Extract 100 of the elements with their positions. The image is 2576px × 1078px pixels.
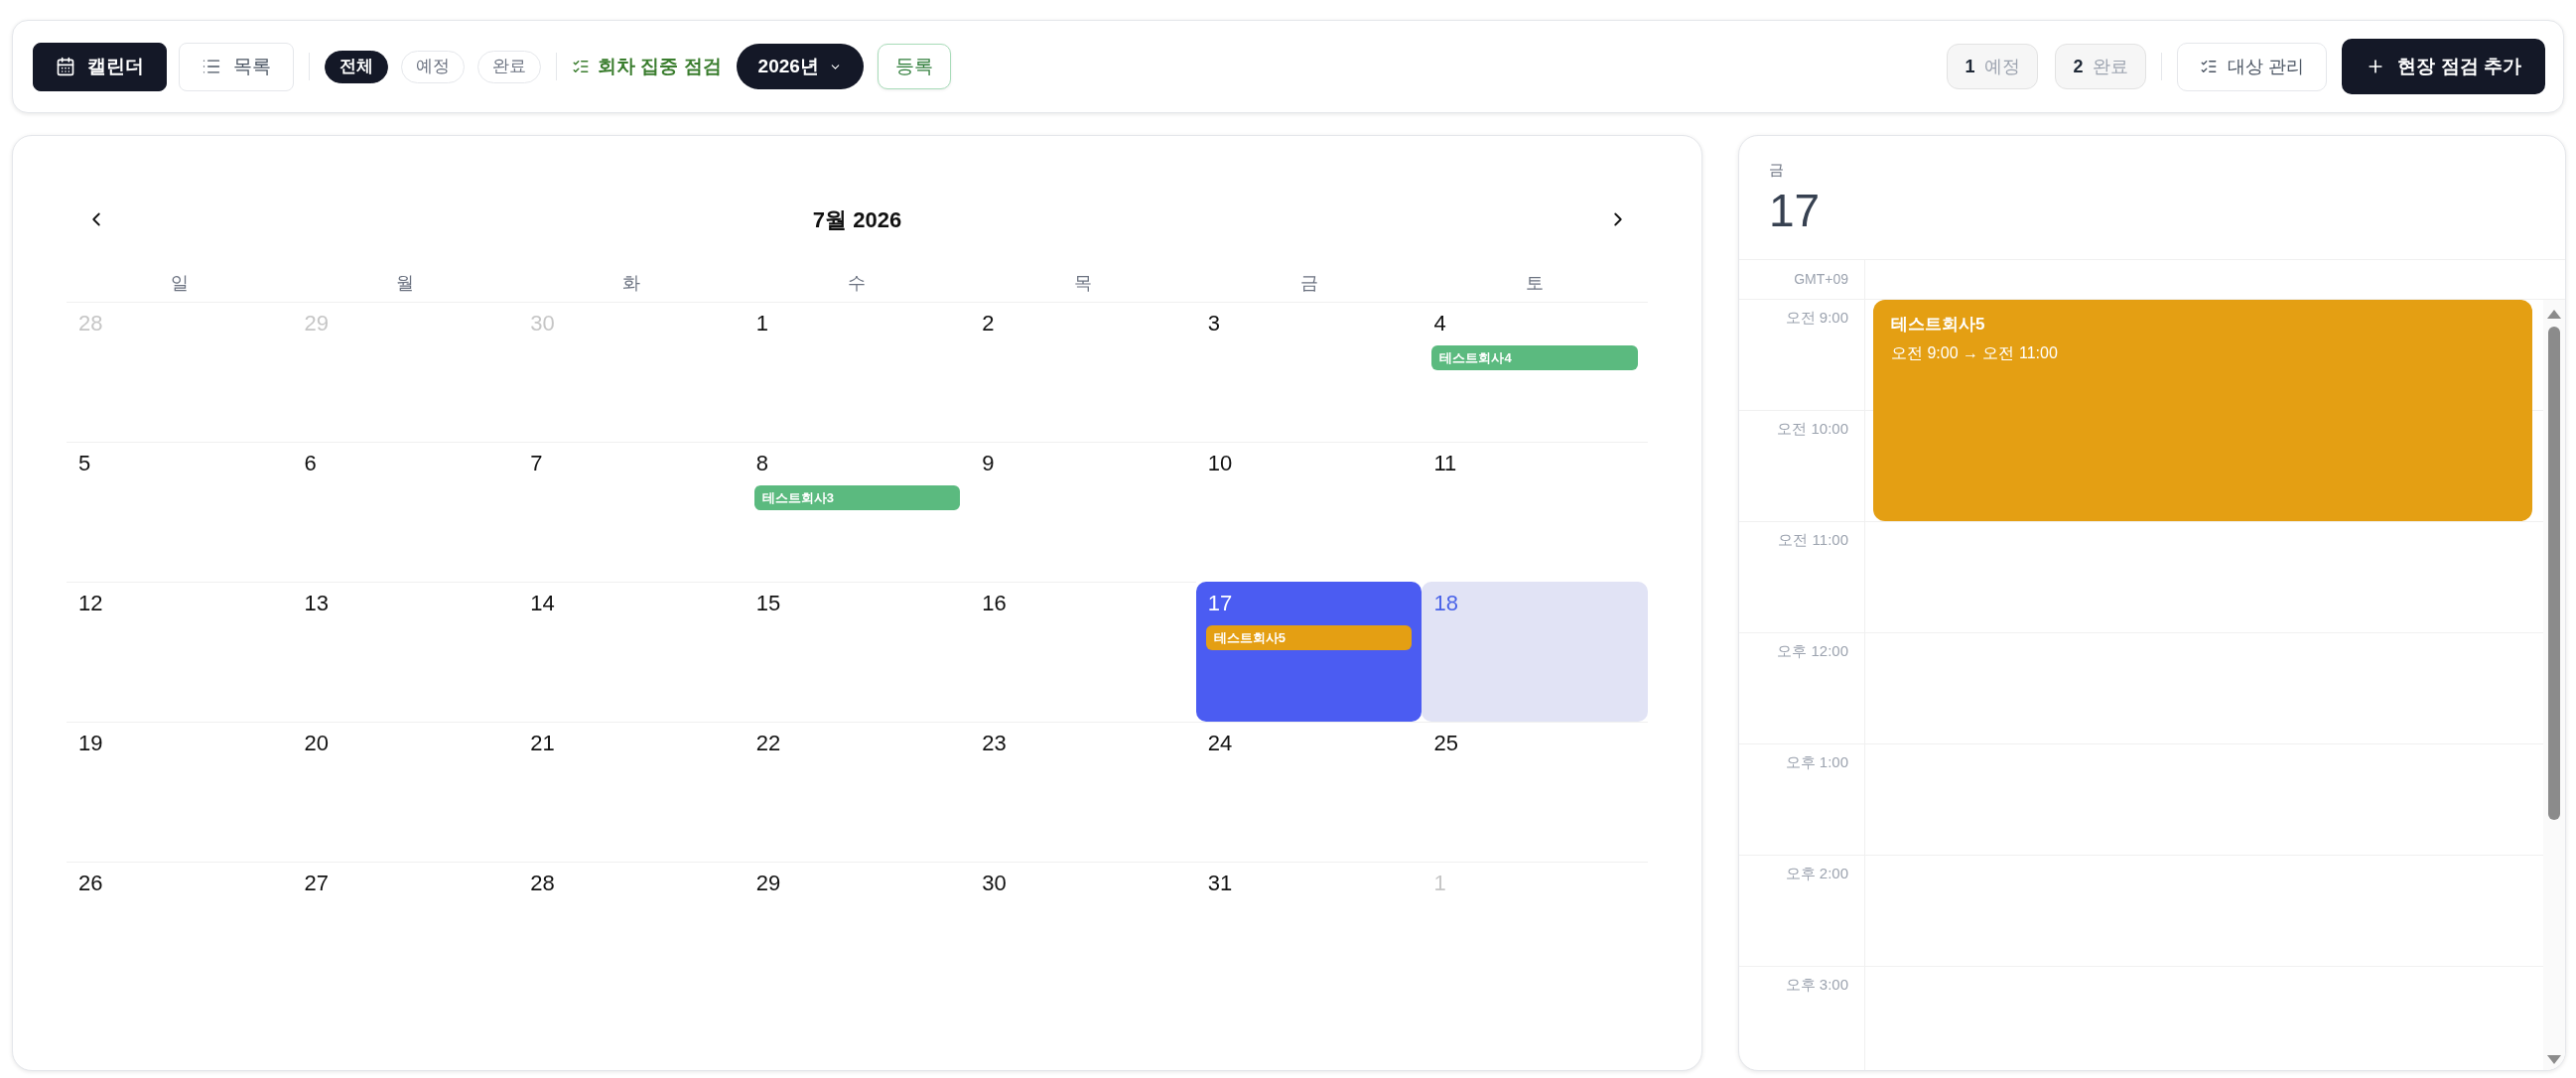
- weekday-label: 금: [1299, 272, 1318, 295]
- day-number: 26: [77, 870, 103, 897]
- status-count-button[interactable]: 1 예정: [1947, 44, 2039, 89]
- day-number: 17: [1769, 184, 1821, 237]
- hour-label: 오후 3:00: [1785, 975, 1848, 995]
- day-cell[interactable]: 23: [970, 722, 1196, 862]
- checklist-icon: [572, 58, 590, 75]
- register-button[interactable]: 등록: [877, 44, 951, 89]
- weekday-label: 수: [848, 272, 867, 295]
- day-number: 17: [1206, 590, 1233, 617]
- day-cell[interactable]: 24: [1195, 722, 1423, 862]
- calendar-icon: [56, 57, 75, 76]
- day-cell[interactable]: 30: [970, 862, 1196, 1002]
- day-number: 14: [529, 590, 555, 617]
- scroll-up-icon[interactable]: [2547, 310, 2561, 319]
- day-cell[interactable]: 6: [292, 442, 519, 582]
- scroll-down-icon[interactable]: [2547, 1055, 2561, 1064]
- day-cell[interactable]: 27: [292, 862, 519, 1002]
- day-number: 1: [754, 310, 768, 337]
- day-cell[interactable]: 14: [518, 582, 745, 722]
- day-number: 11: [1432, 450, 1457, 477]
- day-cell[interactable]: 26: [67, 862, 293, 1002]
- day-cell[interactable]: 29: [744, 862, 971, 1002]
- day-cell[interactable]: 7: [518, 442, 745, 582]
- day-cell[interactable]: 9: [970, 442, 1196, 582]
- day-number: 8: [754, 450, 768, 477]
- day-number: 15: [754, 590, 781, 617]
- day-cell[interactable]: 20: [292, 722, 519, 862]
- scrollbar-thumb[interactable]: [2548, 327, 2560, 820]
- day-number: 31: [1206, 870, 1233, 897]
- day-cell[interactable]: 22: [744, 722, 971, 862]
- day-cell[interactable]: 17 테스트회사5: [1195, 582, 1423, 722]
- day-cell[interactable]: 21: [518, 722, 745, 862]
- hour-label: 오전 10:00: [1777, 419, 1848, 439]
- day-number: 1: [1432, 870, 1446, 897]
- day-cell[interactable]: 28: [518, 862, 745, 1002]
- weekday-label: 일: [170, 272, 189, 295]
- day-number: 9: [981, 450, 995, 477]
- day-cell[interactable]: 8 테스트회사3: [744, 442, 971, 582]
- day-number: 5: [77, 450, 91, 477]
- day-number: 20: [303, 730, 330, 757]
- day-number: 16: [981, 590, 1007, 617]
- year-select[interactable]: 2026년: [736, 44, 864, 89]
- hour-label: 오전 9:00: [1785, 308, 1848, 328]
- day-number: 28: [77, 310, 103, 337]
- day-number: 18: [1432, 590, 1458, 617]
- day-number: 2: [981, 310, 995, 337]
- hour-label: 오전 11:00: [1778, 530, 1848, 550]
- day-cell[interactable]: 4 테스트회사4: [1422, 302, 1648, 442]
- day-cell[interactable]: 18: [1422, 582, 1648, 722]
- day-cell[interactable]: 3: [1195, 302, 1423, 442]
- hour-label: 오후 12:00: [1777, 641, 1848, 661]
- event-time: 오전 9:00 → 오전 11:00: [1891, 342, 2058, 363]
- weekday-label: 토: [1526, 272, 1545, 295]
- hour-label: 오후 2:00: [1785, 864, 1848, 883]
- day-number: 19: [77, 730, 103, 757]
- day-number: 3: [1206, 310, 1221, 337]
- day-cell[interactable]: 15: [744, 582, 971, 722]
- day-number: 27: [303, 870, 330, 897]
- timezone-label: GMT+09: [1794, 270, 1848, 289]
- day-cell[interactable]: 31: [1195, 862, 1423, 1002]
- add-inspection-button[interactable]: 현장 점검 추가: [2342, 39, 2545, 94]
- scrollbar[interactable]: [2543, 300, 2565, 1070]
- day-cell[interactable]: 5: [67, 442, 293, 582]
- day-number: 23: [981, 730, 1007, 757]
- filter-chip[interactable]: 예정: [401, 50, 465, 83]
- day-number: 25: [1432, 730, 1458, 757]
- day-cell[interactable]: 1: [744, 302, 971, 442]
- day-cell[interactable]: 2: [970, 302, 1196, 442]
- checklist-icon: [2200, 58, 2219, 75]
- day-cell[interactable]: 13: [292, 582, 519, 722]
- day-number: 12: [77, 590, 103, 617]
- weekday-label: 목: [1074, 272, 1093, 295]
- day-number: 29: [303, 310, 330, 337]
- day-number: 24: [1206, 730, 1233, 757]
- month-title: 7월 2026: [812, 205, 902, 234]
- day-number: 22: [754, 730, 781, 757]
- day-cell[interactable]: 25: [1422, 722, 1648, 862]
- day-cell[interactable]: 12: [67, 582, 293, 722]
- day-number: 6: [303, 450, 317, 477]
- weekday-label: 금: [1769, 160, 1784, 180]
- filter-chip[interactable]: 완료: [477, 50, 541, 83]
- day-cell[interactable]: 19: [67, 722, 293, 862]
- list-view-tab[interactable]: 목록: [179, 42, 294, 91]
- day-number: 7: [529, 450, 543, 477]
- calendar-view-tab[interactable]: 캘린더: [33, 42, 167, 91]
- weekday-label: 월: [396, 272, 415, 295]
- weekday-label: 화: [621, 272, 640, 295]
- day-number: 4: [1432, 310, 1446, 337]
- filter-chip[interactable]: 전체: [325, 50, 388, 83]
- day-cell[interactable]: 16: [970, 582, 1196, 722]
- focus-check-toggle[interactable]: 회차 집중 점검: [572, 52, 722, 81]
- day-number: 29: [754, 870, 781, 897]
- day-number: 13: [303, 590, 330, 617]
- status-count-button[interactable]: 2 완료: [2055, 44, 2147, 89]
- day-number: 30: [529, 310, 555, 337]
- manage-targets-button[interactable]: 대상 관리: [2177, 42, 2328, 91]
- day-number: 28: [529, 870, 555, 897]
- hour-label: 오후 1:00: [1785, 752, 1848, 772]
- day-number: 21: [529, 730, 555, 757]
